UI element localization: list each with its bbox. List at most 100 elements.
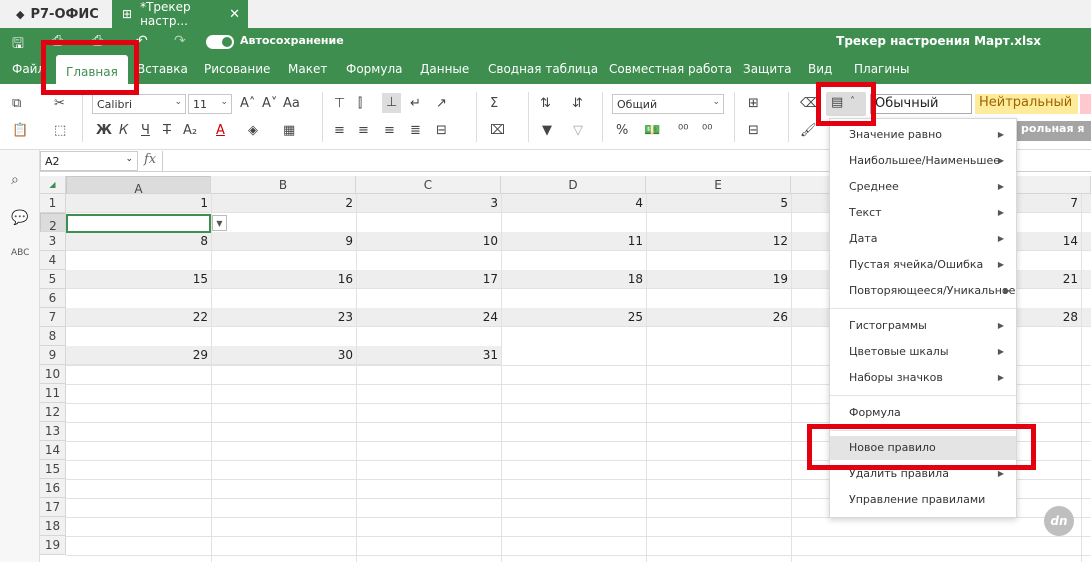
copy-icon[interactable]: ⧉ xyxy=(12,96,21,112)
cell[interactable]: 14 xyxy=(1026,232,1081,251)
tab-protection[interactable]: Защита xyxy=(743,62,792,76)
cell[interactable]: 28 xyxy=(1026,308,1081,327)
tab-layout[interactable]: Макет xyxy=(288,62,327,76)
row-header[interactable]: 11 xyxy=(40,384,66,403)
align-top-icon[interactable]: ⊤ xyxy=(334,96,345,112)
style-bad[interactable] xyxy=(1080,94,1091,114)
menu-item-top-bottom[interactable]: Наибольшее/Наименьшее ▶ xyxy=(830,149,1016,173)
save-icon[interactable]: 🖫 xyxy=(12,33,24,57)
cell[interactable]: 4 xyxy=(501,194,646,213)
row-header[interactable]: 7 xyxy=(40,308,66,327)
cell[interactable]: 23 xyxy=(211,308,356,327)
tab-pivot[interactable]: Сводная таблица xyxy=(488,62,598,76)
subscript-icon[interactable]: A₂ xyxy=(183,123,197,139)
row-header[interactable]: 19 xyxy=(40,536,66,555)
bold-icon[interactable]: Ж xyxy=(96,123,112,139)
sort-descending-icon[interactable]: ⇵ xyxy=(572,96,583,112)
row-header[interactable]: 12 xyxy=(40,403,66,422)
row-header[interactable]: 4 xyxy=(40,251,66,270)
row-header[interactable]: 10 xyxy=(40,365,66,384)
menu-item-data-bars[interactable]: Гистограммы ▶ xyxy=(830,314,1016,338)
row-header[interactable]: 17 xyxy=(40,498,66,517)
format-painter-icon[interactable]: 🖌 xyxy=(800,123,817,139)
cell[interactable]: 29 xyxy=(66,346,211,365)
row-header[interactable]: 16 xyxy=(40,479,66,498)
decrease-decimal-icon[interactable]: ⁰⁰ xyxy=(678,123,688,139)
tab-draw[interactable]: Рисование xyxy=(204,62,270,76)
menu-item-text[interactable]: Текст ▶ xyxy=(830,201,1016,225)
column-header[interactable]: C xyxy=(356,176,501,194)
row-header[interactable]: 13 xyxy=(40,422,66,441)
cell[interactable]: 19 xyxy=(646,270,791,289)
paste-icon[interactable]: 📋 xyxy=(12,123,28,139)
redo-icon[interactable]: ↷ xyxy=(174,33,186,49)
name-box[interactable]: A2 ⌄ xyxy=(40,151,138,171)
cell[interactable]: 15 xyxy=(66,270,211,289)
wrap-text-icon[interactable]: ↵ xyxy=(410,96,421,112)
font-name-select[interactable]: Calibri ⌄ xyxy=(92,94,186,114)
search-icon[interactable]: ⌕ xyxy=(11,172,19,188)
clear-filter-icon[interactable]: ▽ xyxy=(573,123,583,139)
tab-data[interactable]: Данные xyxy=(420,62,469,76)
cell[interactable]: 7 xyxy=(1026,194,1081,213)
column-header[interactable]: D xyxy=(501,176,646,194)
column-header[interactable]: A xyxy=(66,176,211,196)
comments-icon[interactable]: 💬 xyxy=(11,210,28,226)
cut-icon[interactable]: ✂ xyxy=(54,96,65,112)
menu-item-manage-rules[interactable]: Управление правилами xyxy=(830,488,1016,512)
cell[interactable]: 17 xyxy=(356,270,501,289)
menu-item-color-scales[interactable]: Цветовые шкалы ▶ xyxy=(830,340,1016,364)
sum-icon[interactable]: Σ xyxy=(490,96,498,112)
column-header[interactable]: B xyxy=(211,176,356,194)
tab-view[interactable]: Вид xyxy=(808,62,832,76)
named-range-icon[interactable]: ⌧ xyxy=(490,123,505,139)
justify-icon[interactable]: ≣ xyxy=(410,123,421,139)
row-header[interactable]: 2 xyxy=(40,213,66,233)
cell[interactable]: 30 xyxy=(211,346,356,365)
cell[interactable]: 2 xyxy=(211,194,356,213)
align-middle-icon[interactable]: ⫿ xyxy=(358,96,362,112)
autosave-toggle[interactable] xyxy=(206,35,234,49)
row-header[interactable]: 3 xyxy=(40,232,66,251)
align-left-icon[interactable]: ≡ xyxy=(334,123,345,139)
filter-icon[interactable]: ▼ xyxy=(542,123,552,139)
tab-collaboration[interactable]: Совместная работа xyxy=(609,62,732,76)
cell[interactable]: 10 xyxy=(356,232,501,251)
align-right-icon[interactable]: ≡ xyxy=(384,123,395,139)
cell[interactable]: 5 xyxy=(646,194,791,213)
cell[interactable]: 22 xyxy=(66,308,211,327)
font-size-select[interactable]: 11 ⌄ xyxy=(188,94,232,114)
cell[interactable]: 8 xyxy=(66,232,211,251)
app-brand[interactable]: ◆ Р7-ОФИС xyxy=(0,0,110,28)
delete-cells-icon[interactable]: ⊟ xyxy=(748,123,759,139)
cell[interactable]: 12 xyxy=(646,232,791,251)
row-header[interactable]: 15 xyxy=(40,460,66,479)
style-neutral[interactable]: Нейтральный xyxy=(975,94,1078,114)
borders-icon[interactable]: ▦ xyxy=(283,123,295,139)
menu-item-date[interactable]: Дата ▶ xyxy=(830,227,1016,251)
menu-item-formula[interactable]: Формула xyxy=(830,401,1016,425)
increase-decimal-icon[interactable]: ⁰⁰ xyxy=(702,123,712,139)
row-header[interactable]: 9 xyxy=(40,346,66,365)
menu-item-duplicate-unique[interactable]: Повторяющееся/Уникальное ▶ xyxy=(830,279,1016,303)
tab-plugins[interactable]: Плагины xyxy=(854,62,909,76)
currency-icon[interactable]: 💵 xyxy=(644,123,660,139)
menu-item-average[interactable]: Среднее ▶ xyxy=(830,175,1016,199)
column-header[interactable]: E xyxy=(646,176,791,194)
row-header[interactable]: 6 xyxy=(40,289,66,308)
cell[interactable]: 1 xyxy=(66,194,211,213)
change-case-icon[interactable]: Aa xyxy=(283,96,300,112)
cell[interactable]: 9 xyxy=(211,232,356,251)
strikethrough-icon[interactable]: Т xyxy=(163,123,171,139)
row-header[interactable]: 8 xyxy=(40,327,66,346)
align-center-icon[interactable]: ≡ xyxy=(358,123,369,139)
number-format-select[interactable]: Общий ⌄ xyxy=(612,94,724,114)
sort-ascending-icon[interactable]: ⇅ xyxy=(540,96,551,112)
row-header[interactable]: 5 xyxy=(40,270,66,289)
document-tab[interactable]: ⊞ *Трекер настр... ✕ xyxy=(112,0,248,28)
select-all-icon[interactable]: ⬚ xyxy=(54,123,66,139)
select-all-corner[interactable]: ◢ xyxy=(40,176,66,194)
close-icon[interactable]: ✕ xyxy=(229,7,240,22)
italic-icon[interactable]: К xyxy=(119,123,128,139)
function-icon[interactable]: fx xyxy=(144,152,156,167)
